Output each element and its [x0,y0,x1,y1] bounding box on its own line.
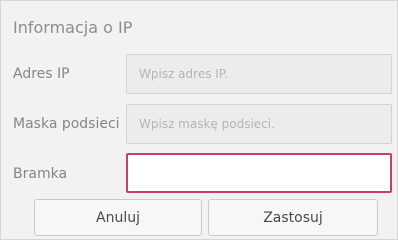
subnet-mask-label: Maska podsieci [13,116,120,132]
ip-address-label: Adres IP [13,66,70,82]
cancel-button[interactable]: Anuluj [34,199,202,236]
subnet-mask-input[interactable] [126,104,392,144]
ip-address-input[interactable] [126,54,392,94]
dialog-title: Informacja o IP [13,18,133,37]
gateway-input[interactable] [126,153,392,193]
gateway-label: Bramka [13,166,68,182]
apply-button[interactable]: Zastosuj [208,199,378,236]
ip-info-dialog: Informacja o IP Adres IP Maska podsieci … [0,0,398,240]
